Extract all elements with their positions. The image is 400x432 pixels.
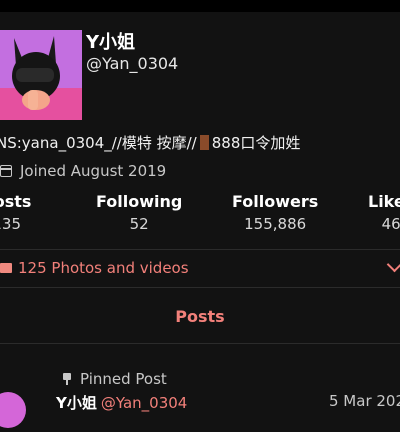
stat-followers[interactable]: Followers 155,886 bbox=[232, 192, 318, 233]
stat-value: 46 bbox=[381, 215, 400, 233]
chevron-down-icon[interactable] bbox=[386, 256, 400, 273]
joined-text: Joined August 2019 bbox=[20, 162, 167, 180]
avatar-image bbox=[0, 30, 82, 120]
divider bbox=[0, 287, 400, 288]
media-label: 125 Photos and videos bbox=[18, 259, 189, 277]
post-author-name: Y小姐 bbox=[56, 394, 97, 412]
post-author: Y小姐 @Yan_0304 bbox=[56, 392, 187, 413]
stat-label: Following bbox=[96, 192, 183, 211]
profile-bio: NS:yana_0304_//模特 按摩// 888口令加姓 bbox=[0, 132, 300, 153]
pin-icon bbox=[62, 373, 72, 385]
stat-value: 52 bbox=[129, 215, 149, 233]
divider bbox=[0, 343, 400, 344]
bio-text-prefix: NS:yana_0304_//模特 按摩// bbox=[0, 134, 197, 152]
stat-posts[interactable]: Posts 135 bbox=[0, 192, 31, 233]
stat-label: Followers bbox=[232, 192, 319, 211]
pinned-post-label: Pinned Post bbox=[62, 370, 167, 388]
stat-value: 135 bbox=[0, 215, 22, 233]
post-author-handle[interactable]: @Yan_0304 bbox=[101, 394, 187, 412]
post-date: 5 Mar 202 bbox=[329, 392, 400, 410]
user-handle: @Yan_0304 bbox=[86, 54, 179, 73]
stat-value: 155,886 bbox=[244, 215, 307, 233]
photo-icon bbox=[0, 263, 12, 273]
tab-posts[interactable]: Posts bbox=[0, 307, 400, 326]
stat-following[interactable]: Following 52 bbox=[96, 192, 182, 233]
bio-text-suffix: 888口令加姓 bbox=[211, 134, 301, 152]
stat-label: Posts bbox=[0, 192, 32, 211]
media-row[interactable]: 125 Photos and videos bbox=[0, 256, 400, 279]
calendar-icon bbox=[0, 165, 12, 177]
profile-avatar[interactable] bbox=[0, 30, 82, 120]
divider bbox=[0, 249, 400, 250]
stat-likes[interactable]: Likes 46 bbox=[368, 192, 400, 233]
block-icon bbox=[199, 135, 209, 150]
joined-date: Joined August 2019 bbox=[0, 162, 166, 180]
display-name: Y小姐 bbox=[86, 32, 136, 53]
stat-label: Likes bbox=[368, 192, 400, 211]
pinned-text: Pinned Post bbox=[80, 370, 167, 388]
